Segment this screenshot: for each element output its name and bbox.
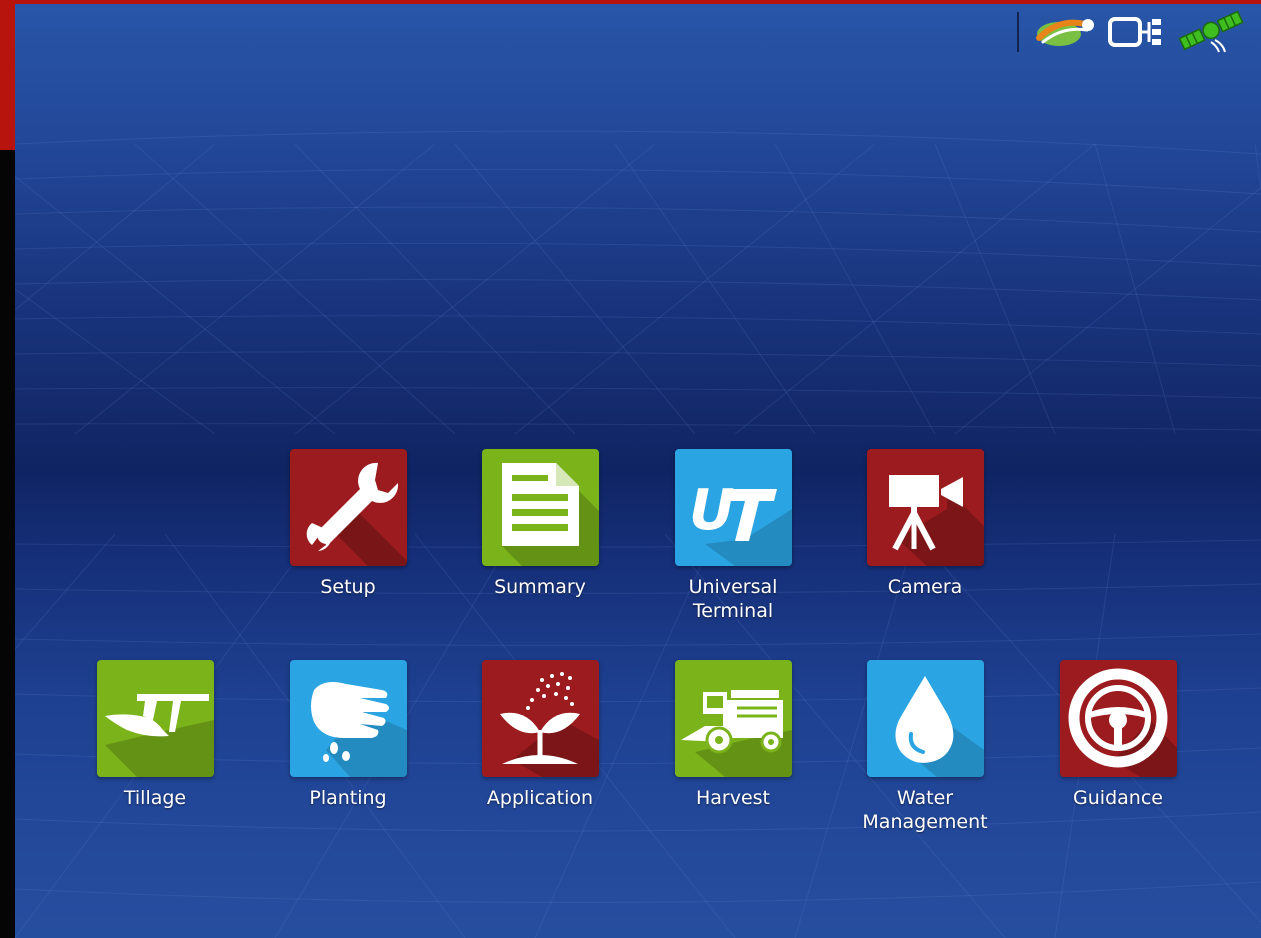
app-application[interactable]: Application: [460, 660, 620, 810]
status-divider: [1017, 12, 1019, 52]
field-logo-icon[interactable]: [1033, 14, 1097, 50]
ut-icon: U: [689, 478, 792, 566]
camera-icon: [888, 475, 984, 566]
planting-tile[interactable]: [289, 660, 407, 777]
app-tillage[interactable]: Tillage: [75, 660, 235, 810]
svg-text:U: U: [689, 478, 734, 543]
app-label: Application: [486, 787, 594, 809]
app-label: Water Management: [862, 787, 988, 833]
harvest-tile[interactable]: [674, 660, 792, 777]
app-water-management[interactable]: Water Management: [845, 660, 1005, 834]
hand-seed-icon: [310, 682, 407, 777]
app-setup[interactable]: Setup: [268, 449, 428, 599]
app-label: Setup: [320, 576, 376, 598]
app-guidance[interactable]: Guidance: [1038, 660, 1198, 810]
steering-wheel-icon: [1068, 668, 1177, 777]
home-screen: Setup Summary U Universal Terminal Camer…: [15, 4, 1261, 938]
app-harvest[interactable]: Harvest: [653, 660, 813, 810]
combine-icon: [680, 690, 792, 777]
water-management-tile[interactable]: [866, 660, 984, 777]
universal-terminal-tile[interactable]: U: [674, 449, 792, 566]
network-icon[interactable]: [1107, 14, 1167, 50]
app-label: Tillage: [123, 787, 187, 809]
left-frame-accent: [0, 0, 15, 150]
plow-icon: [104, 694, 214, 777]
app-label: Planting: [309, 787, 387, 809]
app-planting[interactable]: Planting: [268, 660, 428, 810]
sprout-spray-icon: [499, 672, 599, 777]
setup-tile[interactable]: [289, 449, 407, 566]
guidance-tile[interactable]: [1059, 660, 1177, 777]
water-drop-icon: [894, 676, 984, 777]
status-bar: [1017, 10, 1247, 54]
application-tile[interactable]: [481, 660, 599, 777]
app-label: Universal Terminal: [688, 576, 778, 622]
app-universal-terminal[interactable]: U Universal Terminal: [653, 449, 813, 623]
wrench-icon: [306, 462, 407, 566]
left-frame-edge: [0, 150, 15, 938]
app-label: Guidance: [1073, 787, 1163, 809]
app-label: Summary: [494, 576, 586, 598]
summary-tile[interactable]: [481, 449, 599, 566]
document-icon: [501, 463, 599, 566]
app-label: Camera: [887, 576, 963, 598]
app-camera[interactable]: Camera: [845, 449, 1005, 599]
app-summary[interactable]: Summary: [460, 449, 620, 599]
gps-satellite-icon[interactable]: [1177, 10, 1247, 54]
tillage-tile[interactable]: [96, 660, 214, 777]
camera-tile[interactable]: [866, 449, 984, 566]
app-label: Harvest: [695, 787, 771, 809]
